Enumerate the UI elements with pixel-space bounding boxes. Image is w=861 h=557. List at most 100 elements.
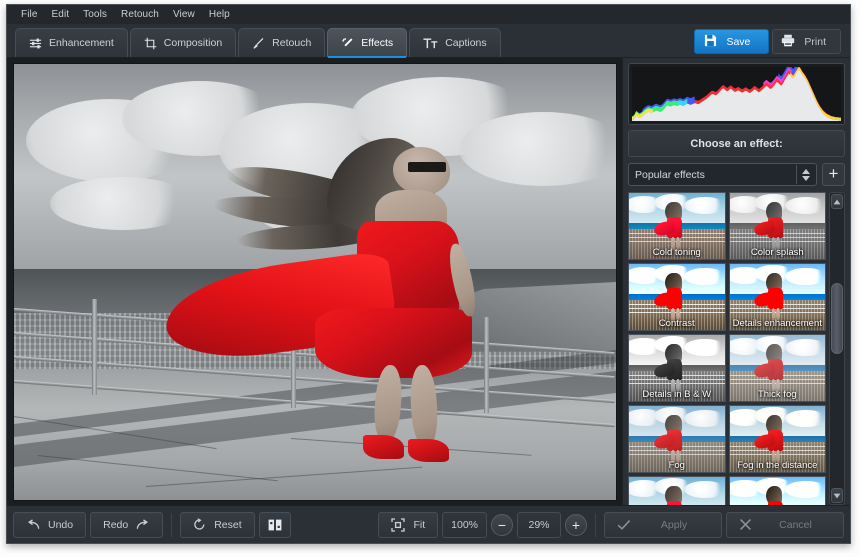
tab-bar: Enhancement Composition Retouch <box>7 24 850 58</box>
workspace: Choose an effect: Popular effects + Cold… <box>7 58 850 505</box>
crop-icon <box>144 37 157 50</box>
undo-button[interactable]: Undo <box>13 512 86 538</box>
magic-wand-icon <box>341 37 354 50</box>
sliders-icon <box>29 37 42 50</box>
redo-button[interactable]: Redo <box>90 512 163 538</box>
print-button[interactable]: Print <box>772 29 841 54</box>
toolbar-divider <box>595 513 596 537</box>
scrollbar-track[interactable] <box>831 211 843 486</box>
apply-label: Apply <box>639 519 709 531</box>
scrollbar-thumb[interactable] <box>831 283 843 355</box>
redo-label: Redo <box>103 519 128 531</box>
save-button[interactable]: Save <box>694 29 769 54</box>
compare-split-icon <box>268 518 282 532</box>
compare-before-after-button[interactable] <box>259 512 291 538</box>
effect-label: Fog in the distance <box>730 460 826 471</box>
effects-scrollbar[interactable] <box>829 192 845 505</box>
fit-to-screen-icon <box>391 518 405 532</box>
effect-category-row: Popular effects + <box>628 163 845 186</box>
menu-item-tools[interactable]: Tools <box>76 7 114 22</box>
effect-preview-image <box>629 477 725 505</box>
reset-button[interactable]: Reset <box>180 512 254 538</box>
effect-thumbnail[interactable]: Details in B & W <box>628 334 726 402</box>
effect-label: Fog <box>629 460 725 471</box>
photo-shoe <box>408 439 449 463</box>
effect-thumbnail[interactable]: Details enhancement <box>729 263 827 331</box>
fit-button[interactable]: Fit <box>378 512 438 538</box>
effect-label: Color splash <box>730 247 826 258</box>
photo-railing-post <box>484 317 489 413</box>
photo-railing-post <box>92 299 97 395</box>
photo-cloud <box>50 177 194 229</box>
tab-label: Enhancement <box>49 37 114 49</box>
undo-label: Undo <box>48 519 73 531</box>
menu-item-retouch[interactable]: Retouch <box>114 7 166 22</box>
tab-composition[interactable]: Composition <box>130 28 236 57</box>
effect-thumbnail[interactable]: Fog in the distance <box>729 405 827 473</box>
printer-icon <box>781 34 795 50</box>
effect-thumbnail[interactable] <box>729 476 827 505</box>
fit-label: Fit <box>413 519 425 531</box>
effect-label: Cold toning <box>629 247 725 258</box>
add-effect-button[interactable]: + <box>822 163 845 186</box>
top-action-group: Save Print <box>694 29 841 54</box>
effect-thumbnail[interactable]: Cold toning <box>628 192 726 260</box>
chevron-down-icon <box>802 176 810 181</box>
tab-enhancement[interactable]: Enhancement <box>15 28 128 57</box>
effect-thumbnail[interactable]: Fog <box>628 405 726 473</box>
zoom-level-value[interactable]: 29% <box>517 512 561 538</box>
menu-item-file[interactable]: File <box>14 7 45 22</box>
menu-bar: File Edit Tools Retouch View Help <box>7 5 850 24</box>
brush-icon <box>252 37 265 50</box>
caret-down-icon <box>833 493 841 499</box>
menu-item-edit[interactable]: Edit <box>45 7 77 22</box>
canvas-area <box>7 58 622 505</box>
close-x-icon <box>739 518 752 531</box>
choose-effect-header: Choose an effect: <box>628 130 845 157</box>
tab-retouch[interactable]: Retouch <box>238 28 325 57</box>
effect-thumbnail[interactable]: Contrast <box>628 263 726 331</box>
effect-label: Details in B & W <box>629 389 725 400</box>
photo-sunglasses <box>408 162 445 172</box>
tab-label: Retouch <box>272 37 311 49</box>
zoom-in-button[interactable]: + <box>565 514 587 536</box>
tab-captions[interactable]: Captions <box>409 28 500 57</box>
tab-label: Composition <box>164 37 222 49</box>
photo-shoe <box>363 435 404 459</box>
effect-label: Details enhancement <box>730 318 826 329</box>
zoom-out-button[interactable]: − <box>491 514 513 536</box>
checkmark-icon <box>617 519 631 531</box>
effects-scroll-region: Cold toning Color splash Contrast Details e… <box>628 192 845 505</box>
photo-canvas[interactable] <box>13 63 617 501</box>
tab-label: Captions <box>445 37 486 49</box>
effect-thumbnail[interactable]: Thick fog <box>729 334 827 402</box>
scroll-down-button[interactable] <box>831 488 843 503</box>
cancel-label: Cancel <box>760 519 831 531</box>
tab-effects[interactable]: Effects <box>327 28 407 57</box>
menu-item-help[interactable]: Help <box>202 7 237 22</box>
reset-circular-arrow-icon <box>193 518 206 531</box>
floppy-disk-icon <box>704 34 717 50</box>
zoom-100-button[interactable]: 100% <box>442 512 487 538</box>
tab-label: Effects <box>361 37 393 49</box>
effect-thumbnail[interactable]: Color splash <box>729 192 827 260</box>
spinner-arrows-icon[interactable] <box>796 165 815 184</box>
print-button-label: Print <box>804 36 826 48</box>
effect-label: Thick fog <box>730 389 826 400</box>
chevron-up-icon <box>802 169 810 174</box>
photo-cloud <box>459 112 617 186</box>
effect-preview-image <box>730 477 826 505</box>
menu-item-view[interactable]: View <box>166 7 202 22</box>
apply-button[interactable]: Apply <box>604 512 722 538</box>
effect-thumbnail[interactable] <box>628 476 726 505</box>
histogram-panel <box>628 63 845 125</box>
reset-label: Reset <box>214 519 241 531</box>
toolbar-divider <box>171 513 172 537</box>
effect-category-select[interactable]: Popular effects <box>628 163 817 186</box>
application-window: File Edit Tools Retouch View Help Enhanc… <box>6 4 851 544</box>
caret-up-icon <box>833 199 841 205</box>
bottom-toolbar: Undo Redo Reset <box>7 505 850 543</box>
histogram-chart <box>632 67 841 121</box>
cancel-button[interactable]: Cancel <box>726 512 844 538</box>
scroll-up-button[interactable] <box>831 194 843 209</box>
